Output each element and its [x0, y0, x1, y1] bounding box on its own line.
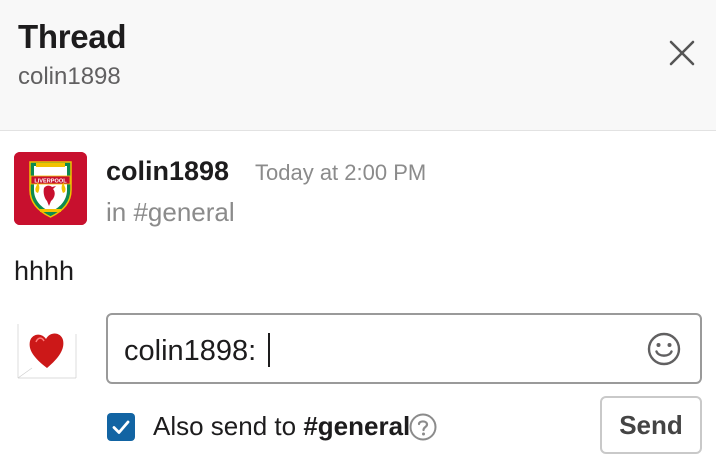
- liverpool-crest-icon: LIVERPOOL: [14, 152, 87, 225]
- reply-input-value: colin1898:: [124, 335, 265, 367]
- message-channel-link[interactable]: #general: [133, 197, 234, 227]
- heart-avatar-icon: [17, 324, 77, 379]
- close-icon: [669, 40, 695, 66]
- message-channel-line: in #general: [106, 197, 235, 228]
- thread-subtitle: colin1898: [18, 63, 121, 90]
- send-button[interactable]: Send: [600, 396, 702, 454]
- thread-header: Thread colin1898: [0, 0, 716, 131]
- channel-prefix: in: [106, 197, 134, 227]
- help-button[interactable]: [408, 412, 438, 442]
- emoji-button[interactable]: [645, 330, 683, 368]
- reply-input[interactable]: colin1898:: [106, 313, 702, 384]
- help-icon: [409, 413, 437, 441]
- smiley-icon: [647, 332, 681, 366]
- also-send-prefix: Also send to: [153, 411, 304, 441]
- author-avatar[interactable]: LIVERPOOL: [14, 152, 87, 225]
- crest-text: LIVERPOOL: [34, 179, 67, 185]
- reply-input-text[interactable]: colin1898:: [124, 333, 271, 368]
- thread-title: Thread: [18, 18, 127, 55]
- message-body: hhhh: [14, 256, 75, 286]
- message-timestamp[interactable]: Today at 2:00 PM: [255, 160, 426, 186]
- also-send-checkbox[interactable]: [107, 413, 135, 441]
- reply-avatar: [14, 314, 80, 384]
- message-author[interactable]: colin1898: [106, 156, 229, 187]
- checkmark-icon: [112, 420, 130, 434]
- also-send-label[interactable]: Also send to #general: [153, 411, 410, 442]
- also-send-channel: #general: [303, 411, 411, 441]
- close-button[interactable]: [660, 33, 704, 73]
- text-caret: [268, 333, 271, 367]
